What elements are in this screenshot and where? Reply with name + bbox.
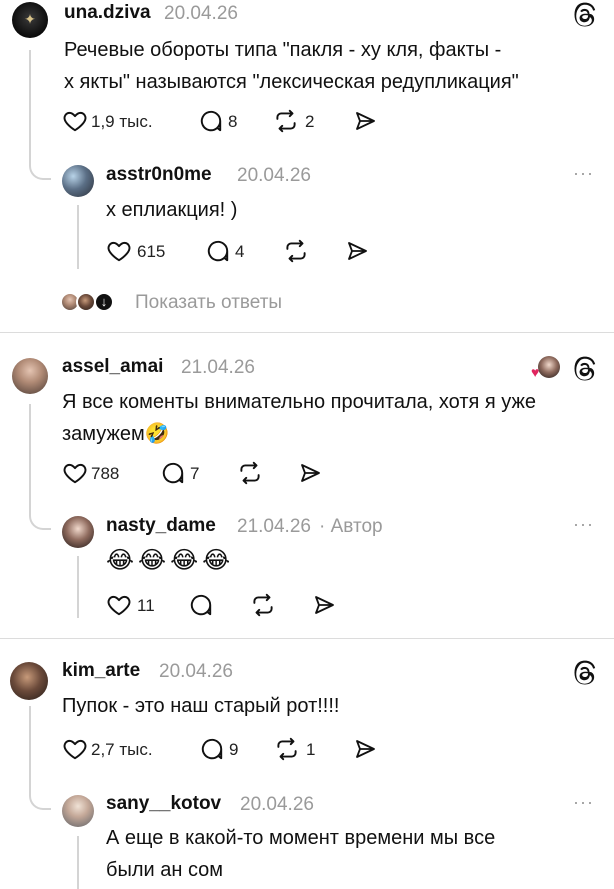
- threads-icon[interactable]: [572, 660, 598, 686]
- heart-icon[interactable]: [62, 108, 88, 134]
- show-replies-label[interactable]: Показать ответы: [135, 292, 282, 314]
- thread-connector: [77, 836, 79, 889]
- divider: [0, 638, 614, 639]
- post-text-line: Речевые обороты типа "пакля - ху кля, фа…: [64, 39, 502, 61]
- likes-count[interactable]: 2,7 тыс.: [91, 740, 153, 760]
- reply-username[interactable]: nasty_dame: [106, 515, 216, 537]
- reply-connector: [29, 160, 51, 180]
- heart-icon: ♥: [531, 364, 540, 380]
- likes-count[interactable]: 1,9 тыс.: [91, 112, 153, 132]
- post-text-line: Я все коменты внимательно прочитала, хот…: [62, 391, 536, 413]
- likes-count[interactable]: 788: [91, 464, 119, 484]
- thread-connector: [29, 706, 31, 792]
- share-icon[interactable]: [344, 239, 370, 263]
- reply-username[interactable]: asstr0n0me: [106, 164, 212, 186]
- comment-icon[interactable]: [198, 108, 224, 134]
- avatar[interactable]: [62, 165, 94, 197]
- post-date: 20.04.26: [164, 3, 238, 24]
- comment-icon[interactable]: [160, 460, 186, 486]
- avatar: [76, 292, 96, 312]
- author-liked-avatar: [538, 356, 560, 378]
- threads-icon[interactable]: [572, 2, 598, 28]
- thread-connector: [77, 556, 79, 618]
- reply-text: х еплиакция! ): [106, 199, 238, 221]
- reply-date: 20.04.26: [237, 165, 311, 186]
- likes-count[interactable]: 615: [137, 242, 165, 262]
- share-icon[interactable]: [352, 109, 378, 133]
- username[interactable]: assel_amai: [62, 356, 163, 378]
- post-text-line: замужем🤣: [62, 423, 170, 445]
- post-text-line: х якты" называются "лексическая редуплик…: [64, 71, 519, 93]
- avatar[interactable]: [10, 662, 48, 700]
- comment-icon[interactable]: [199, 736, 225, 762]
- more-icon[interactable]: ···: [573, 163, 594, 184]
- reposts-count[interactable]: 2: [305, 112, 314, 132]
- share-icon[interactable]: [297, 461, 323, 485]
- thread-connector: [77, 205, 79, 269]
- more-icon[interactable]: ···: [573, 514, 594, 535]
- down-arrow-icon: ↓: [94, 292, 114, 312]
- divider: [0, 332, 614, 333]
- share-icon[interactable]: [352, 737, 378, 761]
- more-icon[interactable]: ···: [573, 792, 594, 813]
- reply-text-line: были ан сом: [106, 859, 224, 881]
- threads-icon[interactable]: [572, 356, 598, 382]
- comment-icon[interactable]: [205, 238, 231, 264]
- post-text-line: Пупок - это наш старый рот!!!!: [62, 695, 340, 717]
- post-date: 20.04.26: [159, 661, 233, 682]
- likes-count[interactable]: 11: [137, 596, 155, 616]
- post-date: 21.04.26: [181, 357, 255, 378]
- author-tag: · Автор: [319, 516, 383, 537]
- reposts-count[interactable]: 1: [306, 740, 315, 760]
- avatar[interactable]: [62, 516, 94, 548]
- repost-icon[interactable]: [282, 238, 310, 264]
- share-icon[interactable]: [311, 593, 337, 617]
- repost-icon[interactable]: [236, 460, 264, 486]
- thread-connector: [29, 50, 31, 162]
- reply-text: 😂😂😂😂: [106, 547, 235, 574]
- avatar[interactable]: [12, 2, 48, 38]
- comments-count[interactable]: 4: [235, 242, 244, 262]
- reply-connector: [29, 510, 51, 530]
- comments-count[interactable]: 9: [229, 740, 238, 760]
- reply-username[interactable]: sany__kotov: [106, 793, 221, 815]
- username[interactable]: una.dziva: [64, 2, 151, 24]
- repost-icon[interactable]: [273, 736, 301, 762]
- repost-icon[interactable]: [272, 108, 300, 134]
- reply-text-line: А еще в какой-то момент времени мы все: [106, 827, 496, 849]
- heart-icon[interactable]: [106, 238, 132, 264]
- username[interactable]: kim_arte: [62, 660, 140, 682]
- comments-count[interactable]: 8: [228, 112, 237, 132]
- heart-icon[interactable]: [62, 460, 88, 486]
- reply-connector: [29, 790, 51, 810]
- reply-date: 21.04.26: [237, 516, 311, 537]
- heart-icon[interactable]: [62, 736, 88, 762]
- comment-icon[interactable]: [188, 592, 214, 618]
- avatar[interactable]: [62, 795, 94, 827]
- reply-date: 20.04.26: [240, 794, 314, 815]
- comments-count[interactable]: 7: [190, 464, 199, 484]
- thread-connector: [29, 404, 31, 512]
- repost-icon[interactable]: [249, 592, 277, 618]
- heart-icon[interactable]: [106, 592, 132, 618]
- avatar[interactable]: [12, 358, 48, 394]
